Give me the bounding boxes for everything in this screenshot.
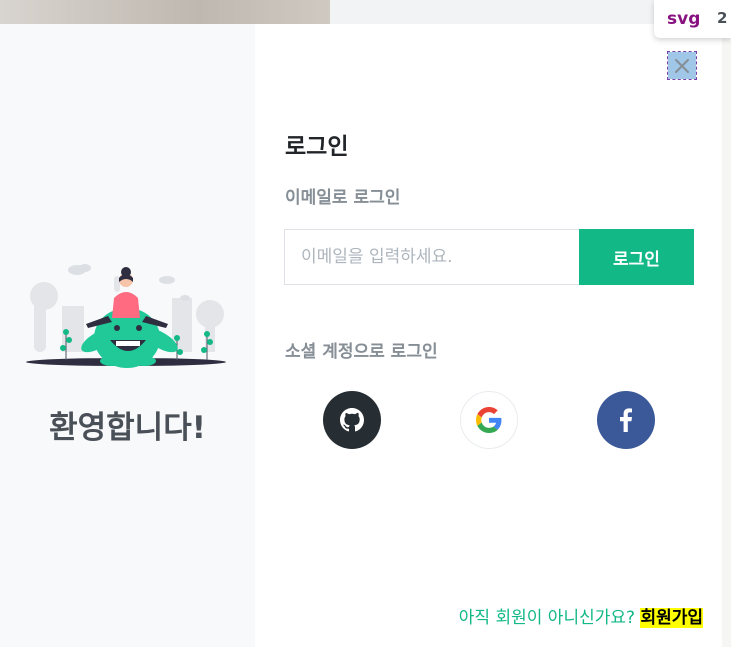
tooltip-tag-name: svg xyxy=(667,9,701,29)
background-edge xyxy=(722,24,731,647)
login-modal: 환영합니다! xyxy=(0,24,722,647)
social-login-label: 소셜 계정으로 로그인 xyxy=(285,342,438,362)
signup-question: 아직 회원이 아니신가요? xyxy=(458,608,636,628)
close-button[interactable] xyxy=(668,52,696,80)
welcome-panel: 환영합니다! xyxy=(0,24,255,647)
login-button[interactable]: 로그인 xyxy=(579,229,694,285)
google-login-button[interactable] xyxy=(460,391,518,449)
github-login-button[interactable] xyxy=(323,391,381,449)
facebook-login-button[interactable] xyxy=(597,391,655,449)
facebook-icon xyxy=(620,408,632,432)
github-icon xyxy=(340,408,364,432)
login-title: 로그인 xyxy=(285,134,349,160)
google-icon xyxy=(476,407,502,433)
email-login-label: 이메일로 로그인 xyxy=(285,188,401,208)
tooltip-dimension: 2 xyxy=(717,9,728,27)
signup-link[interactable]: 회원가입 xyxy=(640,608,703,628)
signup-prompt: 아직 회원이 아니신가요? 회원가입 xyxy=(459,603,703,628)
devtools-element-tooltip: svg 2 xyxy=(654,0,731,38)
welcome-title: 환영합니다! xyxy=(49,410,206,446)
login-panel xyxy=(255,24,722,647)
close-icon xyxy=(675,59,689,73)
welcome-illustration-icon xyxy=(26,264,226,368)
background-photo xyxy=(0,0,330,24)
email-field[interactable] xyxy=(284,229,580,285)
